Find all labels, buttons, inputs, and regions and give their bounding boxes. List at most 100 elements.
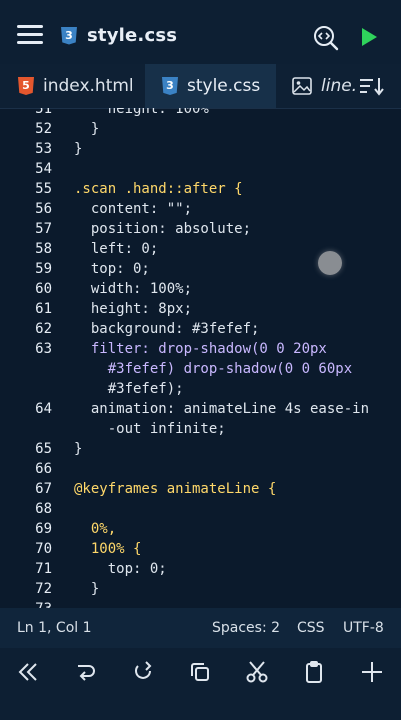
- code-line[interactable]: 65}: [0, 441, 401, 461]
- line-number: 64: [35, 401, 52, 417]
- code-text: content: "";: [74, 201, 193, 217]
- line-number: 72: [35, 581, 52, 597]
- code-line[interactable]: 56 content: "";: [0, 201, 401, 221]
- line-number: 68: [35, 501, 52, 517]
- css3-icon: 3: [61, 26, 77, 45]
- tab-style-css[interactable]: 3 style.css: [145, 64, 276, 108]
- run-icon[interactable]: [362, 28, 377, 46]
- status-bar: Ln 1, Col 1 Spaces: 2 CSS UTF-8: [0, 608, 401, 648]
- code-line[interactable]: #3fefef) drop-shadow(0 0 60px: [0, 361, 401, 381]
- code-text: 0%,: [74, 521, 117, 537]
- code-line[interactable]: 61 height: 8px;: [0, 301, 401, 321]
- code-text: #3fefef);: [74, 381, 184, 397]
- bottom-toolbar: [0, 648, 401, 720]
- code-text: @keyframes animateLine {: [74, 481, 277, 497]
- file-encoding[interactable]: UTF-8: [343, 620, 384, 636]
- menu-icon[interactable]: [17, 25, 43, 45]
- undo-icon[interactable]: [62, 648, 110, 696]
- line-number: 54: [35, 161, 52, 177]
- code-text: left: 0;: [74, 241, 159, 257]
- line-number: 56: [35, 201, 52, 217]
- line-number: 66: [35, 461, 52, 477]
- code-text: 100% {: [74, 541, 142, 557]
- code-line[interactable]: 64 animation: animateLine 4s ease-in: [0, 401, 401, 421]
- file-tabs: 5 index.html 3 style.css line.: [0, 64, 401, 109]
- line-number: 71: [35, 561, 52, 577]
- current-file-title: 3 style.css: [61, 25, 177, 46]
- code-line[interactable]: 66: [0, 461, 401, 481]
- tab-label: line.: [321, 76, 358, 96]
- code-line[interactable]: 62 background: #3fefef;: [0, 321, 401, 341]
- code-text: .scan .hand::after {: [74, 181, 243, 197]
- cut-icon[interactable]: [233, 648, 281, 696]
- copy-icon[interactable]: [176, 648, 224, 696]
- code-text: background: #3fefef;: [74, 321, 260, 337]
- tab-index-html[interactable]: 5 index.html: [18, 64, 140, 108]
- code-text: }: [74, 141, 83, 157]
- code-line[interactable]: 55 .scan .hand::after {: [0, 181, 401, 201]
- line-number: 67: [35, 481, 52, 497]
- code-line[interactable]: 51 height: 100%: [0, 108, 401, 121]
- line-number: 60: [35, 281, 52, 297]
- sort-tabs-icon[interactable]: [359, 76, 385, 100]
- line-number: 73: [0, 601, 52, 608]
- code-line[interactable]: 60 width: 100%;: [0, 281, 401, 301]
- tab-label: index.html: [43, 76, 134, 96]
- line-number: 61: [35, 301, 52, 317]
- touch-cursor-indicator: [318, 251, 342, 275]
- css3-icon: 3: [162, 77, 178, 95]
- language-mode[interactable]: CSS: [297, 620, 325, 636]
- code-line[interactable]: -out infinite;: [0, 421, 401, 441]
- line-number: 51: [35, 108, 52, 117]
- tab-line-image[interactable]: line.: [292, 64, 362, 108]
- image-icon: [292, 77, 312, 95]
- tab-label: style.css: [187, 76, 261, 96]
- code-text: top: 0;: [74, 561, 167, 577]
- code-line[interactable]: 63 filter: drop-shadow(0 0 20px: [0, 341, 401, 361]
- indentation-setting[interactable]: Spaces: 2: [212, 620, 280, 636]
- redo-icon[interactable]: [118, 648, 166, 696]
- add-icon[interactable]: [348, 648, 396, 696]
- code-line[interactable]: 53}: [0, 141, 401, 161]
- code-text: height: 100%: [74, 108, 209, 117]
- html5-icon: 5: [18, 77, 34, 95]
- line-number: 58: [35, 241, 52, 257]
- code-text: }: [74, 121, 100, 137]
- code-line[interactable]: 69 0%,: [0, 521, 401, 541]
- code-text: filter: drop-shadow(0 0 20px: [74, 341, 327, 357]
- code-line[interactable]: 54: [0, 161, 401, 181]
- code-line[interactable]: 68: [0, 501, 401, 521]
- app-bar: 3 style.css: [0, 0, 401, 64]
- line-number: 65: [35, 441, 52, 457]
- line-number: 55: [35, 181, 52, 197]
- line-number: 52: [35, 121, 52, 137]
- code-text: }: [74, 441, 83, 457]
- code-line[interactable]: 52 }: [0, 121, 401, 141]
- code-line[interactable]: 57 position: absolute;: [0, 221, 401, 241]
- code-text: }: [74, 581, 100, 597]
- code-line[interactable]: 70 100% {: [0, 541, 401, 561]
- line-number: 69: [35, 521, 52, 537]
- code-text: height: 8px;: [74, 301, 193, 317]
- code-text: top: 0;: [74, 261, 150, 277]
- line-number: 62: [35, 321, 52, 337]
- code-line[interactable]: #3fefef);: [0, 381, 401, 401]
- code-text: -out infinite;: [74, 421, 226, 437]
- line-number: 63: [35, 341, 52, 357]
- code-line[interactable]: 67 @keyframes animateLine {: [0, 481, 401, 501]
- code-line[interactable]: 72 }: [0, 581, 401, 601]
- search-code-icon[interactable]: [313, 25, 339, 51]
- code-line[interactable]: 71 top: 0;: [0, 561, 401, 581]
- cursor-position[interactable]: Ln 1, Col 1: [17, 620, 92, 636]
- code-text: animation: animateLine 4s ease-in: [74, 401, 370, 417]
- line-number: 57: [35, 221, 52, 237]
- paste-icon[interactable]: [290, 648, 338, 696]
- code-text: width: 100%;: [74, 281, 193, 297]
- double-chevron-left-icon[interactable]: [4, 648, 52, 696]
- code-editor[interactable]: 51 height: 100% 52 } 53} 54 55 .scan .hand::a…: [0, 108, 401, 608]
- code-line[interactable]: 73: [0, 601, 401, 608]
- line-number: 59: [35, 261, 52, 277]
- code-text: #3fefef) drop-shadow(0 0 60px: [74, 361, 353, 377]
- code-text: position: absolute;: [74, 221, 252, 237]
- line-number: 70: [35, 541, 52, 557]
